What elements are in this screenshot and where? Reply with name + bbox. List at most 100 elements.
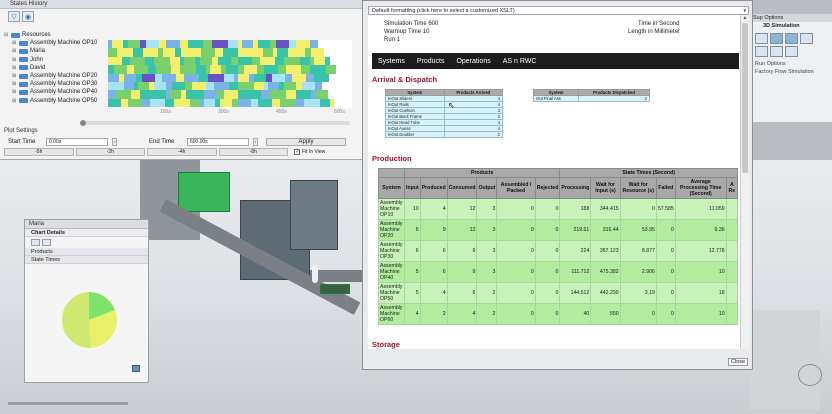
expand-icon[interactable]: ⊞ — [12, 47, 17, 55]
tree-item[interactable]: ⊞ John — [4, 56, 104, 64]
report-scroll-thumb[interactable] — [742, 23, 748, 173]
gantt-segment — [217, 90, 224, 99]
table-cell: 2 — [578, 95, 650, 102]
gantt-segment — [315, 81, 322, 91]
sim-layer-icon[interactable] — [755, 46, 768, 57]
sim-play-icon[interactable] — [755, 33, 768, 44]
gantt-segment — [206, 81, 214, 91]
states-toolbar: ▽ ◉ — [0, 9, 364, 25]
nav-as-rwc[interactable]: AS n RWC — [503, 58, 537, 65]
gantt-segment — [165, 98, 174, 108]
shift-button[interactable]: -4h — [147, 148, 217, 156]
section-chart-details[interactable]: Chart Details — [25, 229, 148, 237]
sim-camera-icon[interactable] — [785, 33, 798, 44]
tree-item[interactable]: ⊟ Resources — [4, 31, 104, 39]
gantt-segment — [311, 48, 324, 57]
sim-export-icon[interactable] — [785, 46, 798, 57]
nav-products[interactable]: Products — [417, 58, 445, 65]
expand-icon[interactable]: ⊞ — [12, 88, 17, 96]
table-cell: Assembly Machine OP50 — [378, 282, 405, 304]
tree-item[interactable]: ⊞ Assembly Machine OP10 — [4, 39, 104, 47]
close-button[interactable]: Close — [728, 358, 748, 366]
table-row: Assembly Machine OP10 10 4 12 3 0 0 188 344.415 0… — [378, 198, 739, 220]
expand-icon[interactable]: ⊞ — [12, 39, 17, 47]
pie-slice — [62, 292, 91, 348]
table-cell: 357.123 — [590, 240, 621, 262]
shift-button[interactable]: -2h — [75, 148, 145, 156]
table-cell: 442.299 — [590, 282, 621, 304]
gantt-segment — [254, 73, 266, 82]
bar-chart-icon[interactable] — [42, 239, 51, 246]
tree-item-label: Assembly Machine OP50 — [30, 97, 98, 104]
chevron-down-icon[interactable]: ▾ — [743, 7, 746, 15]
shift-button[interactable]: -8h — [218, 148, 288, 156]
gantt-segment — [246, 90, 261, 99]
fit-in-view-label: Fit In View — [302, 149, 326, 155]
gantt-tick-label: 450s — [276, 109, 287, 115]
section-products[interactable]: Products — [25, 248, 148, 256]
gantt-segment — [131, 90, 140, 99]
gantt-segment — [150, 98, 165, 108]
table-cell: 550 — [590, 303, 621, 325]
gantt-segment — [301, 65, 310, 74]
sim-record-icon[interactable] — [770, 46, 783, 57]
scroll-up-icon[interactable]: ▲ — [741, 15, 749, 22]
conveyor — [310, 270, 370, 282]
sim-view-icon[interactable] — [770, 33, 783, 44]
table-cell: Out Final Ass — [532, 95, 580, 102]
tree-item[interactable]: ⊞ David — [4, 64, 104, 72]
resources-icon[interactable]: ◉ — [22, 11, 34, 22]
gantt-segment — [184, 56, 195, 66]
tree-item[interactable]: ⊞ Assembly Machine OP30 — [4, 80, 104, 88]
timeline-scrollbar[interactable] — [80, 120, 350, 126]
apply-button[interactable]: Apply — [266, 137, 346, 146]
nav-operations[interactable]: Operations — [456, 58, 490, 65]
fit-in-view-checkbox[interactable]: ✓ — [294, 149, 300, 155]
table-row: InOut Doubler 2 — [385, 131, 504, 138]
gantt-row — [108, 40, 352, 49]
export-icon[interactable] — [132, 365, 140, 372]
section-state-times[interactable]: State Times — [25, 256, 148, 264]
expand-icon[interactable]: ⊞ — [12, 56, 17, 64]
expand-icon[interactable]: ⊞ — [12, 97, 17, 105]
tree-item[interactable]: ⊞ Maria — [4, 47, 104, 55]
gantt-segment — [238, 81, 254, 91]
shift-button[interactable]: -5h — [4, 148, 74, 156]
end-time-input[interactable]: 600.00s — [187, 137, 249, 146]
timeline-scroll-thumb[interactable] — [80, 120, 86, 126]
expand-icon[interactable]: ⊟ — [4, 31, 9, 39]
sim-settings-icon[interactable] — [800, 33, 813, 44]
table-cell: 316.44 — [590, 219, 621, 241]
end-time-spinner[interactable]: ↕ — [253, 137, 258, 146]
view-orientation-icon[interactable] — [798, 364, 822, 386]
format-selector[interactable]: Default formatting (click here to select… — [368, 6, 749, 15]
nav-systems[interactable]: Systems — [378, 58, 405, 65]
tree-item[interactable]: ⊞ Assembly Machine OP20 — [4, 72, 104, 80]
bottom-scrollbar[interactable] — [8, 402, 128, 405]
gantt-segment — [174, 98, 190, 108]
tree-item-label: Resources — [22, 32, 51, 38]
start-time-spinner[interactable]: ↕ — [112, 137, 117, 146]
table-group-header: Products — [403, 168, 561, 178]
report-scrollbar[interactable]: ▲ — [740, 15, 749, 349]
gantt-segment — [186, 90, 198, 99]
tree-item[interactable]: ⊞ Assembly Machine OP50 — [4, 97, 104, 105]
table-header: Input — [404, 177, 421, 199]
run-number: Run 1 — [384, 37, 401, 43]
gantt-row — [108, 65, 352, 74]
gantt-segment — [128, 40, 140, 49]
gantt-row — [108, 56, 352, 66]
table-row: Out Final Ass 2 — [532, 95, 650, 102]
gantt-segment — [257, 65, 264, 74]
gantt-segment — [108, 56, 122, 66]
expand-icon[interactable]: ⊞ — [12, 72, 17, 80]
gantt-segment — [130, 56, 145, 66]
expand-icon[interactable]: ⊞ — [12, 64, 17, 72]
start-time-input[interactable]: 0.00s — [46, 137, 108, 146]
filter-icon[interactable]: ▽ — [8, 11, 20, 22]
pie-chart-icon[interactable] — [31, 239, 40, 246]
expand-icon[interactable]: ⊞ — [12, 80, 17, 88]
gantt-segment — [300, 90, 311, 99]
gantt-segment — [108, 90, 116, 99]
tree-item[interactable]: ⊞ Assembly Machine OP40 — [4, 88, 104, 96]
